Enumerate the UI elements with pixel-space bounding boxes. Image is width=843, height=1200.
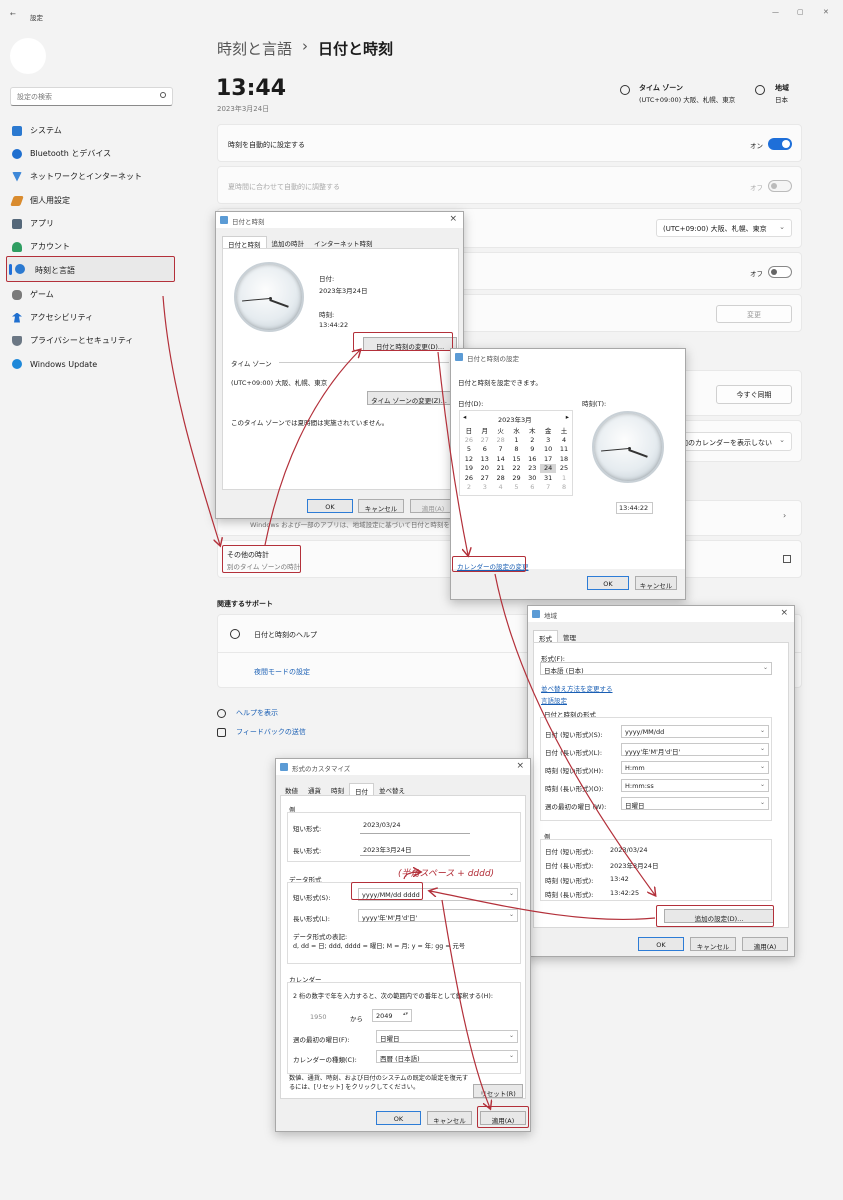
annotation-arrows — [162, 295, 843, 1200]
arrow-calendar-link-to-additional-settings — [494, 573, 655, 895]
arrow-annotation-to-field — [403, 872, 420, 880]
arrow-additional-settings-to-short-format — [430, 891, 656, 921]
arrow-other-clocks-to-change-button — [264, 350, 360, 546]
arrow-sidebar-to-other-clocks — [162, 295, 220, 545]
arrow-change-to-calendar-link — [437, 351, 468, 555]
arrow-short-format-to-apply — [441, 899, 490, 1108]
